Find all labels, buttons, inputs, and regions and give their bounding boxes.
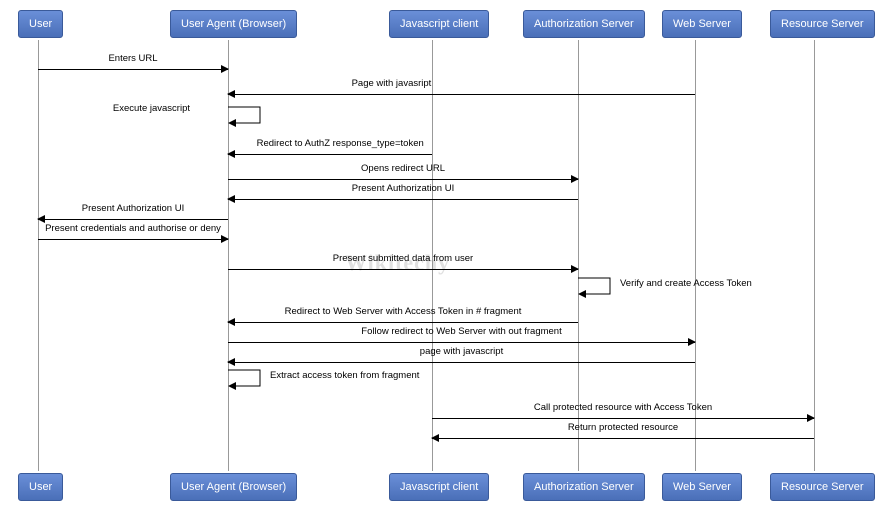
msg-label: Redirect to AuthZ response_type=token <box>257 138 424 149</box>
msg-label: Present credentials and authorise or den… <box>45 223 221 234</box>
actor-web-server-top: Web Server <box>662 10 742 38</box>
actor-resource-server-bottom: Resource Server <box>770 473 875 501</box>
msg-label: Page with javasript <box>352 78 432 89</box>
msg-present-auth-ui-1: Present Authorization UI <box>228 195 578 209</box>
msg-label: Verify and create Access Token <box>620 278 752 289</box>
msg-label: Call protected resource with Access Toke… <box>534 402 712 413</box>
actor-user-agent-top: User Agent (Browser) <box>170 10 297 38</box>
msg-label: page with javascript <box>420 346 503 357</box>
lifeline-user <box>38 40 39 471</box>
msg-label: Present submitted data from user <box>333 253 473 264</box>
actor-auth-server-top: Authorization Server <box>523 10 645 38</box>
msg-return-protected: Return protected resource <box>432 434 814 448</box>
msg-label: Opens redirect URL <box>361 163 445 174</box>
msg-present-credentials: Present credentials and authorise or den… <box>38 235 228 249</box>
msg-label: Execute javascript <box>113 103 190 114</box>
actor-auth-server-bottom: Authorization Server <box>523 473 645 501</box>
msg-page-with-javascript: Page with javasript <box>228 90 695 104</box>
actor-js-client-bottom: Javascript client <box>389 473 489 501</box>
actor-js-client-top: Javascript client <box>389 10 489 38</box>
msg-label: Present Authorization UI <box>82 203 184 214</box>
msg-present-submitted-data: Present submitted data from user <box>228 265 578 279</box>
msg-label: Return protected resource <box>568 422 678 433</box>
msg-label: Present Authorization UI <box>352 183 454 194</box>
msg-label: Follow redirect to Web Server with out f… <box>361 326 561 337</box>
msg-label: Redirect to Web Server with Access Token… <box>285 306 522 317</box>
actor-user-top: User <box>18 10 63 38</box>
msg-label: Extract access token from fragment <box>270 370 419 381</box>
actor-user-bottom: User <box>18 473 63 501</box>
msg-redirect-authz: Redirect to AuthZ response_type=token <box>228 150 432 164</box>
actor-resource-server-top: Resource Server <box>770 10 875 38</box>
msg-enters-url: Enters URL <box>38 65 228 79</box>
msg-label: Enters URL <box>108 53 157 64</box>
actor-web-server-bottom: Web Server <box>662 473 742 501</box>
lifeline-resource-server <box>814 40 815 471</box>
actor-user-agent-bottom: User Agent (Browser) <box>170 473 297 501</box>
